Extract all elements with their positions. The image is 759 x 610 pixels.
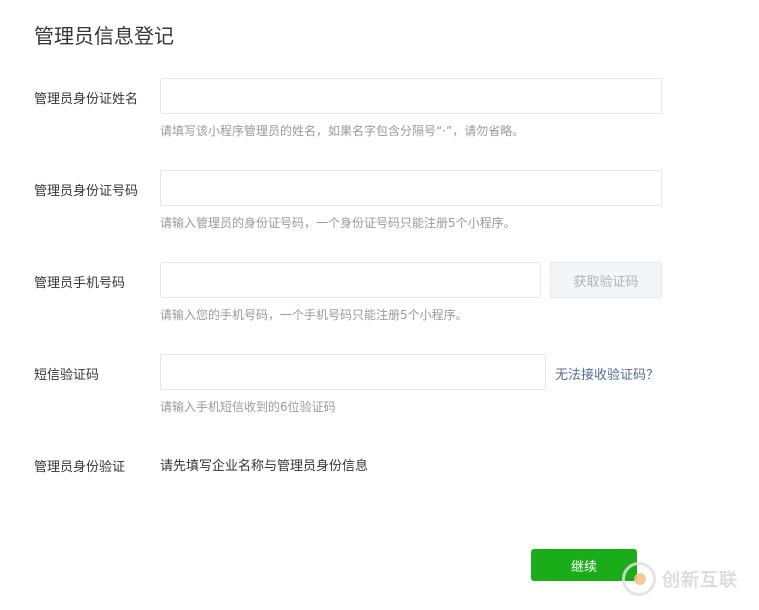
name-label: 管理员身份证姓名 — [34, 92, 139, 107]
id-number-input[interactable] — [160, 170, 662, 206]
identity-verify-text: 请先填写企业名称与管理员身份信息 — [160, 459, 369, 474]
name-hint: 请填写该小程序管理员的姓名，如果名字包含分隔号“·”，请勿省略。 — [160, 124, 525, 138]
sms-code-input[interactable] — [160, 354, 546, 390]
chuangxin-logo-icon — [622, 562, 656, 596]
phone-hint: 请输入您的手机号码，一个手机号码只能注册5个小程序。 — [160, 308, 468, 322]
cannot-receive-code-link[interactable]: 无法接收验证码？ — [555, 364, 659, 383]
identity-verify-label: 管理员身份验证 — [34, 460, 126, 475]
get-code-button[interactable]: 获取验证码 — [550, 262, 662, 298]
id-number-hint: 请输入管理员的身份证号码，一个身份证号码只能注册5个小程序。 — [160, 216, 516, 230]
sms-code-label: 短信验证码 — [34, 368, 100, 383]
phone-label: 管理员手机号码 — [34, 276, 126, 291]
sms-code-hint: 请输入手机短信收到的6位验证码 — [160, 400, 336, 414]
name-input[interactable] — [160, 78, 662, 114]
page-title: 管理员信息登记 — [34, 24, 174, 48]
watermark-text: 创新互联 — [662, 570, 738, 591]
id-number-label: 管理员身份证号码 — [34, 184, 139, 199]
phone-input[interactable] — [160, 262, 541, 298]
admin-registration-page: 管理员信息登记 管理员身份证姓名 请填写该小程序管理员的姓名，如果名字包含分隔号… — [0, 0, 759, 610]
watermark: 创新互联 — [622, 562, 738, 596]
